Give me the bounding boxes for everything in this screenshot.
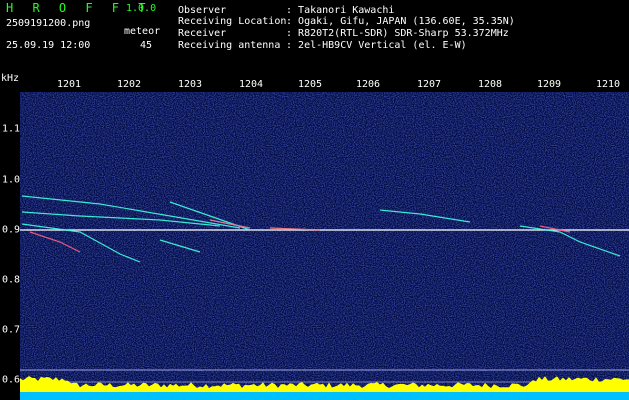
- datetime: 25.09.19 12:00: [6, 40, 91, 51]
- minute-tick: 1205: [297, 79, 323, 90]
- antenna-value: 2el-HB9CV Vertical (el. E-W): [286, 40, 467, 51]
- minute-tick: 1207: [416, 79, 442, 90]
- hrofft-window: H R O F F T 1.0.0 2509191200.png 25.09.1…: [0, 0, 629, 400]
- minute-tick: 1206: [355, 79, 381, 90]
- minute-tick: 1201: [56, 79, 82, 90]
- freq-tick: 0.6: [2, 374, 21, 386]
- observer-value: Takanori Kawachi: [286, 5, 394, 16]
- file-name: 2509191200.png: [6, 18, 91, 29]
- receiver-value: R820T2(RTL-SDR) SDR-Sharp 53.372MHz: [286, 28, 509, 39]
- minute-tick: 1202: [116, 79, 142, 90]
- minute-tick: 1203: [177, 79, 203, 90]
- meteor-label: meteor: [124, 26, 161, 37]
- receiver-label: Receiver: [178, 28, 227, 39]
- frequency-unit-label: kHz: [1, 73, 20, 84]
- location-label: Receiving Location: [178, 16, 287, 27]
- freq-tick: 0.7: [2, 324, 21, 336]
- location-value: Ogaki, Gifu, JAPAN (136.60E, 35.35N): [286, 16, 515, 27]
- header-panel: H R O F F T 1.0.0 2509191200.png 25.09.1…: [0, 0, 629, 72]
- power-baseline: [20, 392, 629, 400]
- minute-tick: 1208: [477, 79, 503, 90]
- spectrogram-canvas: [20, 92, 629, 400]
- freq-tick: 1.1: [2, 123, 21, 135]
- antenna-label: Receiving antenna: [178, 40, 281, 51]
- freq-tick: 0.9: [2, 224, 21, 236]
- freq-tick: 0.8: [2, 274, 21, 286]
- freq-tick: 1.0: [2, 174, 21, 186]
- spectrogram: [20, 92, 629, 400]
- minute-tick: 1209: [536, 79, 562, 90]
- noise-floor: [20, 92, 629, 400]
- minute-tick: 1204: [238, 79, 264, 90]
- minute-tick: 1210: [595, 79, 621, 90]
- app-version: 1.0.0: [126, 3, 157, 14]
- meteor-count: 45: [140, 40, 153, 51]
- observer-label: Observer: [178, 5, 227, 16]
